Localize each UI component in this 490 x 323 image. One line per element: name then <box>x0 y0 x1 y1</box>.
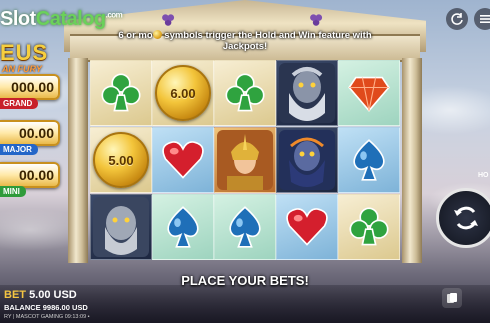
spade-icon <box>353 139 385 181</box>
grapes-decoration <box>308 12 326 26</box>
club-icon <box>349 207 389 246</box>
jackpot-grand-value: 000.00 <box>11 79 54 95</box>
jackpot-grand-label: GRAND <box>0 98 39 109</box>
game-logo-title: EUS <box>0 40 49 65</box>
watermark-tld: .com <box>105 10 123 20</box>
balance-display: BALANCE 9986.00 USD <box>4 303 88 312</box>
bet-display[interactable]: BET 5.00 USD <box>4 289 77 301</box>
zeus-portrait <box>279 63 335 123</box>
banner-text-pre: 6 or mo <box>118 30 153 41</box>
balance-label: BALANCE <box>4 303 41 312</box>
reel-grid: 6.00 5.00 <box>90 60 400 260</box>
reel-cell <box>90 194 152 260</box>
jackpot-grand: 000.00 GRAND <box>0 74 60 109</box>
menu-icon <box>480 15 490 23</box>
spade-icon <box>167 206 199 248</box>
coin-symbol: 5.00 <box>93 132 149 188</box>
watermark-logo: SlotCatalog.com <box>0 8 123 31</box>
spade-icon <box>229 206 261 248</box>
hero-portrait <box>217 130 273 190</box>
reel-cell: 5.00 <box>90 127 152 193</box>
reel-cell <box>152 127 214 193</box>
reel-cell <box>214 127 276 193</box>
balance-value: 9986.00 USD <box>42 303 88 312</box>
titan-portrait <box>279 130 335 190</box>
jackpot-mini-label: MINI <box>0 186 26 197</box>
bet-label: BET <box>4 289 26 301</box>
reel-cell <box>338 194 400 260</box>
menu-button[interactable] <box>474 8 490 30</box>
right-column <box>402 58 422 263</box>
reel-cell <box>214 194 276 260</box>
coins-icon <box>447 293 457 303</box>
spin-icon <box>454 206 478 230</box>
heart-icon <box>162 141 204 179</box>
reel-cell: 6.00 <box>152 60 214 126</box>
jackpot-mini-value: 00.00 <box>18 167 54 183</box>
banner-text-line2: Jackpots! <box>222 41 268 52</box>
coin-icon <box>152 30 162 39</box>
coin-value: 6.00 <box>170 85 196 101</box>
reel-cell <box>90 60 152 126</box>
banner-text-post: symbols trigger the Hold and Win feature… <box>161 30 372 41</box>
spin-button[interactable] <box>436 188 490 248</box>
stone-giant-portrait <box>93 197 149 257</box>
status-message: PLACE YOUR BETS! <box>181 273 309 288</box>
coin-value: 5.00 <box>108 152 134 168</box>
reel-cell <box>276 194 338 260</box>
jackpot-mini: 00.00 MINI <box>0 162 60 197</box>
diamond-icon <box>348 76 390 112</box>
footer-info: RY | MASCOT GAMING 09:13:09 • <box>4 314 90 320</box>
refresh-icon <box>451 13 463 25</box>
game-logo-subtitle: AN FURY <box>2 64 42 74</box>
reel-cell <box>152 194 214 260</box>
jackpot-major-value: 00.00 <box>18 125 54 141</box>
jackpot-major: 00.00 MAJOR <box>0 120 60 155</box>
reel-cell <box>214 60 276 126</box>
jackpot-major-label: MAJOR <box>0 144 38 155</box>
heart-icon <box>286 208 328 246</box>
bet-settings-button[interactable] <box>442 288 462 308</box>
bet-value: 5.00 USD <box>29 289 77 301</box>
grapes-decoration <box>160 12 178 26</box>
reel-cell <box>338 127 400 193</box>
reel-cell <box>276 60 338 126</box>
fullscreen-button[interactable] <box>446 8 468 30</box>
watermark-slot: Slot <box>0 8 36 30</box>
coin-symbol: 6.00 <box>155 65 211 121</box>
watermark-catalog: Catalog <box>35 8 106 30</box>
reel-cell <box>276 127 338 193</box>
feature-banner: 6 or mo symbols trigger the Hold and Win… <box>80 30 410 56</box>
reel-cell <box>338 60 400 126</box>
club-icon <box>101 73 141 112</box>
left-column <box>68 58 88 263</box>
club-icon <box>225 73 265 112</box>
hold-label: HO <box>478 172 489 179</box>
